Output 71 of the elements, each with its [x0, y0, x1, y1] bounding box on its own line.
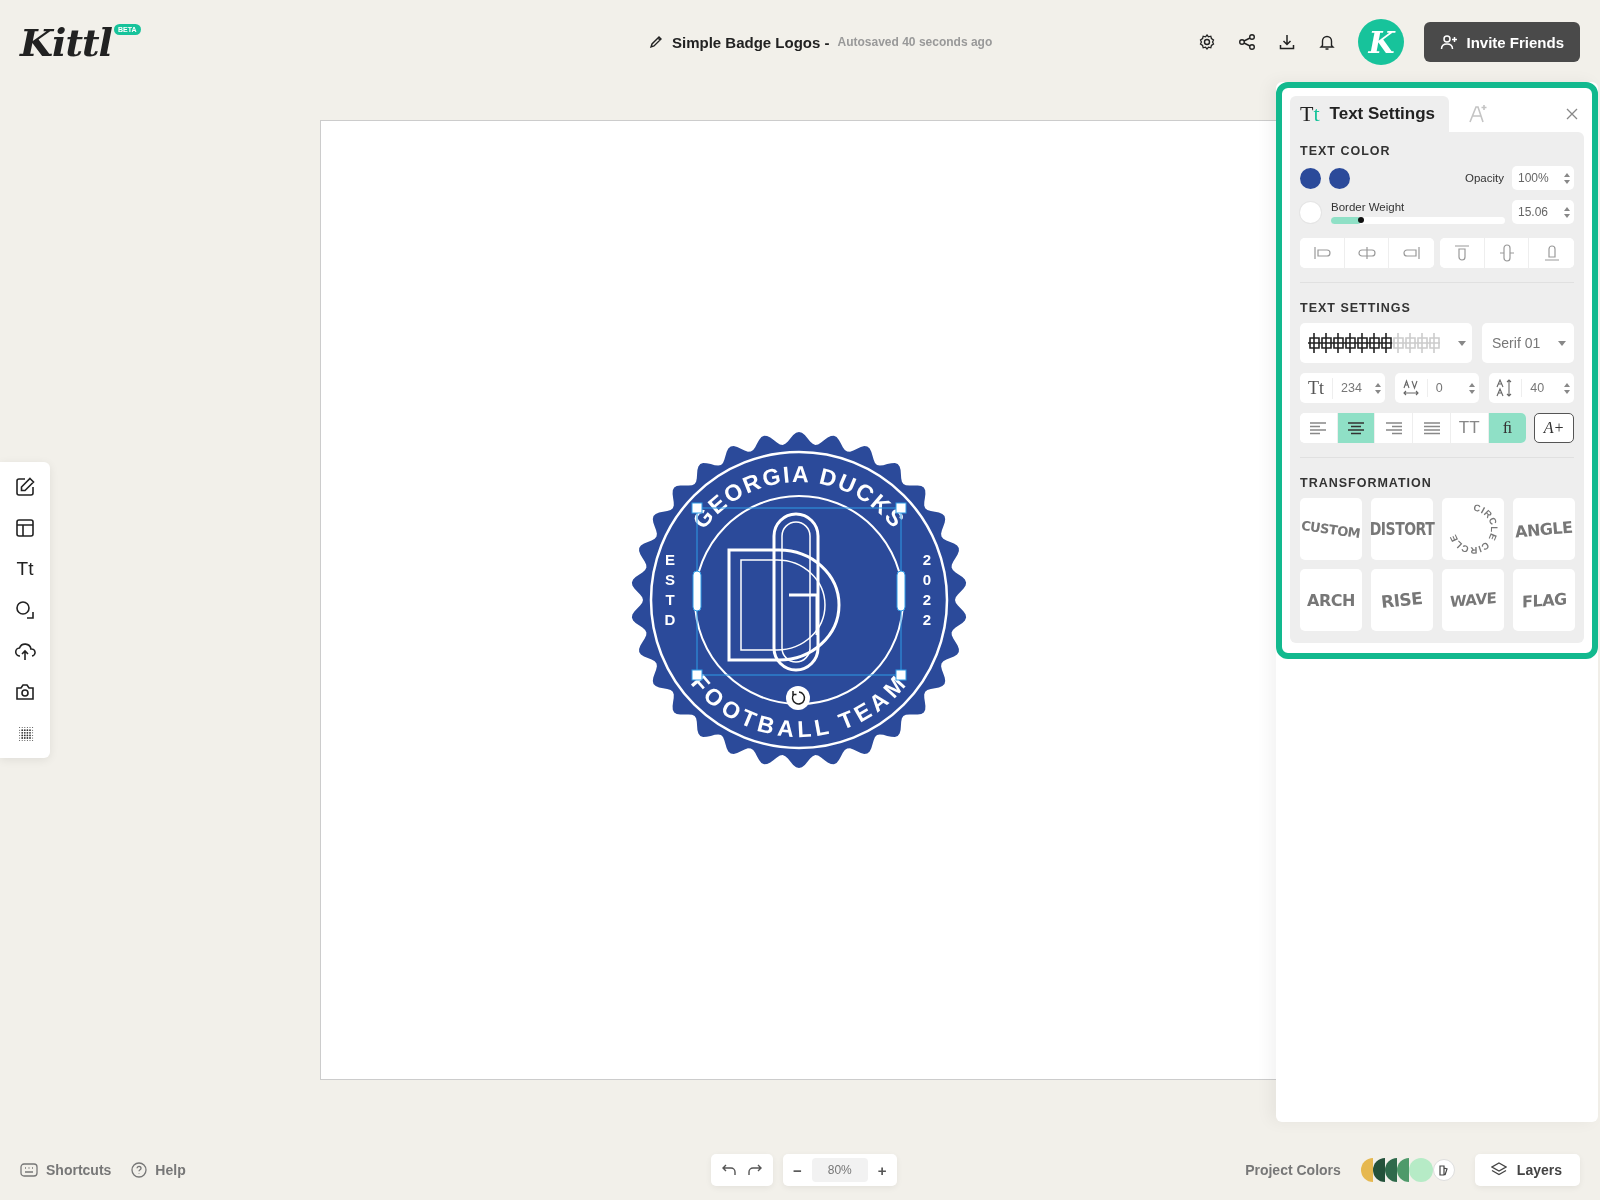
zoom-out-button[interactable]: −: [793, 1161, 802, 1179]
text-style-button[interactable]: A+: [1534, 413, 1574, 443]
invite-friends-button[interactable]: Invite Friends: [1424, 22, 1580, 62]
text-align-center-button[interactable]: [1337, 413, 1376, 443]
angle-transform-preset[interactable]: ANGLE: [1513, 498, 1575, 560]
section-heading: TRANSFORMATION: [1300, 476, 1433, 490]
section-heading: TEXT COLOR: [1300, 144, 1392, 158]
download-icon[interactable]: [1278, 33, 1297, 51]
zoom-level-field[interactable]: 80%: [811, 1158, 868, 1182]
text-sparkle-icon: [1467, 103, 1490, 125]
font-family-dropdown[interactable]: Serif 01: [1482, 323, 1574, 363]
layout-icon[interactable]: [14, 517, 36, 539]
caret-down-icon: [1458, 340, 1466, 346]
border-weight-label: Border Weight: [1331, 200, 1406, 213]
align-left-icon: [1309, 421, 1328, 435]
layers-icon: [1490, 1162, 1507, 1178]
help-link[interactable]: Help: [131, 1162, 186, 1178]
app-logo[interactable]: Kittl: [20, 19, 112, 65]
stepper-icon[interactable]: [1564, 172, 1570, 184]
keyboard-icon: [20, 1163, 38, 1177]
project-colors-label: Project Colors: [1245, 1162, 1341, 1178]
font-style-dropdown[interactable]: [1300, 323, 1472, 363]
color-swatch[interactable]: [1300, 167, 1321, 189]
pencil-icon[interactable]: [648, 34, 664, 50]
custom-transform-preset[interactable]: CUSTOM: [1300, 498, 1362, 560]
rise-transform-preset[interactable]: RISE: [1371, 569, 1433, 631]
color-swatch[interactable]: [1329, 167, 1350, 189]
shortcuts-link[interactable]: Shortcuts: [20, 1162, 112, 1178]
settings-icon[interactable]: [1198, 33, 1217, 51]
section-heading: TEXT SETTINGS: [1300, 301, 1412, 315]
caret-down-icon: [1558, 340, 1566, 346]
arch-transform-preset[interactable]: ARCH: [1300, 569, 1362, 631]
notification-bell-icon[interactable]: [1318, 33, 1337, 51]
camera-icon[interactable]: [14, 681, 36, 703]
autosave-status: Autosaved 40 seconds ago: [837, 35, 993, 49]
project-color-swatch[interactable]: [1408, 1158, 1433, 1182]
stepper-icon[interactable]: [1564, 206, 1570, 218]
opacity-label: Opacity: [1465, 172, 1504, 184]
cloud-upload-icon[interactable]: [14, 640, 36, 662]
letter-spacing-field[interactable]: 0: [1394, 373, 1480, 403]
line-height-field[interactable]: 40: [1489, 373, 1574, 403]
font-size-field[interactable]: Tt 234: [1300, 373, 1385, 403]
border-color-swatch[interactable]: [1300, 201, 1321, 223]
shapes-icon[interactable]: [14, 599, 36, 621]
zoom-in-button[interactable]: +: [877, 1161, 887, 1179]
stepper-icon[interactable]: [1469, 382, 1476, 394]
align-justify-icon: [1422, 421, 1441, 435]
wave-transform-preset[interactable]: WAVE: [1442, 569, 1504, 631]
close-icon[interactable]: [1566, 108, 1578, 120]
project-color-swatch[interactable]: [1360, 1158, 1373, 1182]
layers-button[interactable]: Layers: [1474, 1154, 1580, 1186]
undo-icon[interactable]: [721, 1163, 737, 1177]
flag-transform-preset[interactable]: FLAG: [1513, 569, 1575, 631]
border-weight-slider[interactable]: [1331, 216, 1505, 224]
help-icon: [131, 1162, 148, 1178]
add-user-icon: [1440, 33, 1459, 51]
align-right-icon: [1384, 421, 1403, 435]
edit-icon[interactable]: [14, 476, 36, 498]
share-icon[interactable]: [1238, 33, 1257, 51]
distort-transform-preset[interactable]: DISTORT: [1371, 498, 1433, 560]
opacity-field[interactable]: 100%: [1512, 166, 1574, 190]
document-title[interactable]: Simple Badge Logos -: [672, 33, 830, 51]
text-tool[interactable]: Tt: [16, 558, 34, 580]
palette-icon[interactable]: [1432, 1159, 1455, 1181]
redo-icon[interactable]: [747, 1163, 763, 1177]
stepper-icon[interactable]: [1564, 382, 1570, 394]
border-weight-field[interactable]: 15.06: [1512, 200, 1574, 224]
align-center-icon: [1347, 421, 1366, 435]
text-settings-tab[interactable]: Tt Text Settings: [1290, 96, 1450, 132]
ligatures-toggle[interactable]: ﬁ: [1488, 413, 1527, 443]
stepper-icon[interactable]: [1374, 382, 1381, 394]
